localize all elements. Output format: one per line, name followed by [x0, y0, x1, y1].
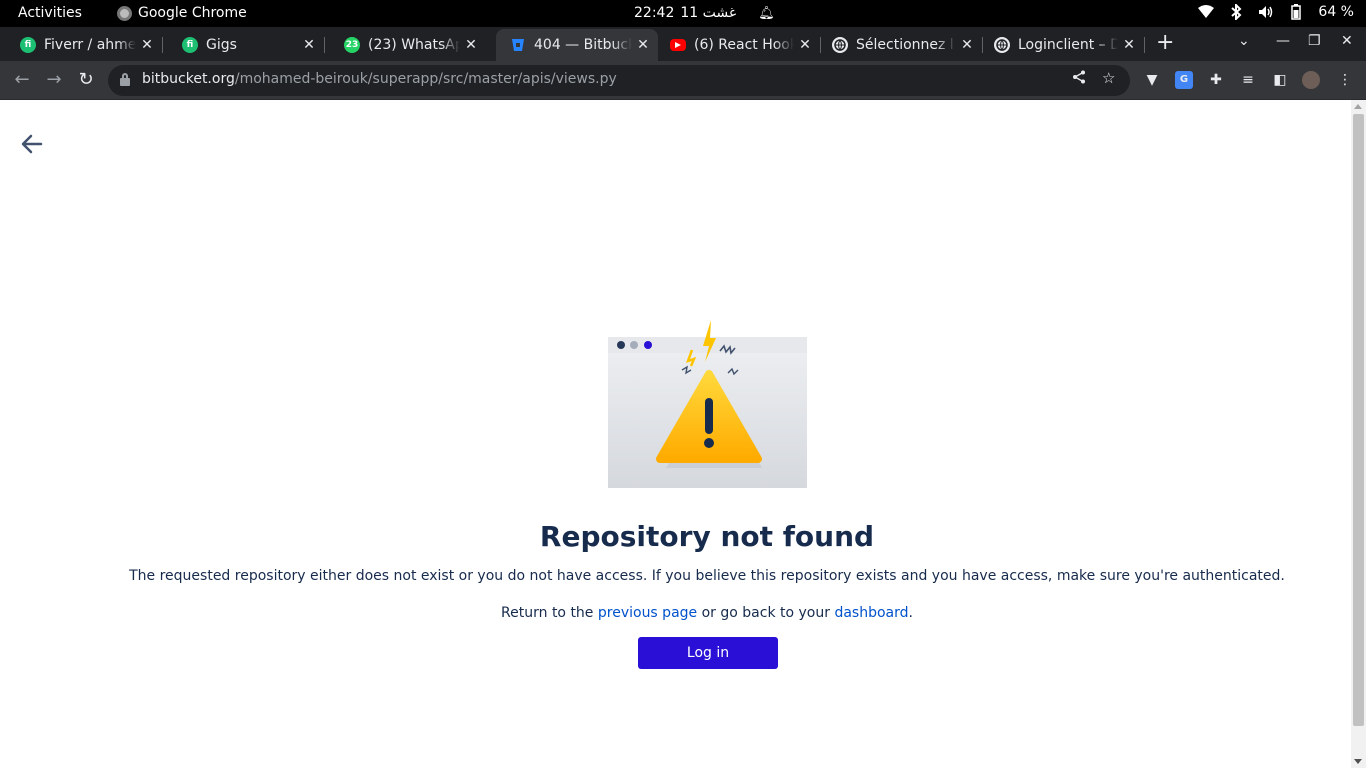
- tab-title: Fiverr / ahmed: [44, 37, 136, 53]
- whatsapp-icon: 23: [344, 37, 360, 53]
- fiverr-icon: fi: [182, 37, 198, 53]
- app-menu[interactable]: Google Chrome: [117, 5, 247, 21]
- bluetooth-icon: [1228, 4, 1244, 20]
- tab-title: (6) React Hooks: [694, 37, 794, 53]
- close-icon[interactable]: ✕: [460, 37, 482, 53]
- page-title: Repository not found: [539, 520, 875, 553]
- close-icon[interactable]: ✕: [956, 37, 978, 53]
- volume-icon: [1258, 4, 1274, 20]
- tab-title: Gigs: [206, 37, 237, 53]
- tab-title: (23) WhatsApp: [368, 37, 460, 53]
- return-prefix: Return to the: [501, 605, 598, 621]
- forward-icon[interactable]: →: [43, 70, 65, 92]
- wifi-icon: [1198, 4, 1215, 20]
- vpn-extension-icon[interactable]: ▼: [1143, 71, 1161, 89]
- tab-loginclient[interactable]: Loginclient – D ✕: [982, 29, 1145, 61]
- bell-icon: 🔔︎: [758, 5, 775, 21]
- reading-list-icon[interactable]: ≡: [1239, 71, 1257, 89]
- tab-fiverr[interactable]: fi Fiverr / ahmed ✕: [0, 29, 163, 61]
- scroll-up-icon[interactable]: [1354, 104, 1362, 109]
- close-icon[interactable]: ✕: [632, 37, 654, 53]
- close-icon[interactable]: ✕: [1118, 37, 1140, 53]
- warning-illustration: [608, 318, 807, 488]
- translate-extension-icon[interactable]: G: [1175, 71, 1193, 89]
- minimize-icon[interactable]: —: [1276, 33, 1290, 49]
- page-scrollbar[interactable]: [1351, 100, 1366, 768]
- battery-icon: [1288, 4, 1304, 20]
- dashboard-link[interactable]: dashboard: [834, 605, 908, 621]
- tab-search-icon[interactable]: ⌄: [1238, 33, 1250, 49]
- tab-bitbucket[interactable]: 404 — Bitbucket ✕: [496, 29, 658, 61]
- tab-selectionnez[interactable]: Sélectionnez l ✕: [820, 29, 983, 61]
- lock-icon[interactable]: [120, 73, 130, 86]
- return-middle: or go back to your: [697, 605, 835, 621]
- extensions-puzzle-icon[interactable]: ✚: [1207, 71, 1225, 89]
- close-icon[interactable]: ✕: [794, 37, 816, 53]
- reload-icon[interactable]: ↻: [75, 70, 97, 92]
- tab-strip: fi Fiverr / ahmed ✕ fi Gigs ✕ 23 (23) Wh…: [0, 27, 1366, 61]
- system-top-bar: Activities Google Chrome 22:42 11 غشت 🔔︎…: [0, 0, 1366, 27]
- window-close-icon[interactable]: ✕: [1341, 33, 1353, 49]
- close-icon[interactable]: ✕: [136, 37, 158, 53]
- error-description: The requested repository either does not…: [129, 568, 1285, 584]
- back-icon[interactable]: ←: [11, 70, 33, 92]
- close-icon[interactable]: ✕: [298, 37, 320, 53]
- side-panel-icon[interactable]: ◧: [1271, 71, 1289, 89]
- globe-icon: [994, 37, 1010, 53]
- share-icon[interactable]: [1072, 70, 1086, 88]
- new-tab-button[interactable]: +: [1156, 32, 1174, 54]
- tab-whatsapp[interactable]: 23 (23) WhatsApp ✕: [324, 29, 486, 61]
- tab-separator: [1144, 37, 1145, 53]
- activities-button[interactable]: Activities: [18, 5, 82, 21]
- tab-title: Loginclient – D: [1018, 37, 1118, 53]
- url-text[interactable]: bitbucket.org/mohamed-beirouk/superapp/s…: [142, 71, 617, 87]
- system-tray[interactable]: 64 %: [1198, 4, 1354, 20]
- menu-kebab-icon[interactable]: ⋮: [1336, 71, 1354, 89]
- battery-percent: 64 %: [1318, 4, 1354, 20]
- bitbucket-icon: [510, 37, 526, 53]
- previous-page-link[interactable]: previous page: [598, 605, 697, 621]
- clock-date: 11 غشت: [680, 5, 737, 21]
- scroll-down-icon[interactable]: [1354, 759, 1362, 764]
- url-host: bitbucket.org: [142, 71, 235, 87]
- address-bar[interactable]: bitbucket.org/mohamed-beirouk/superapp/s…: [108, 65, 1130, 96]
- tab-title: 404 — Bitbucket: [534, 37, 632, 53]
- maximize-icon[interactable]: ❐: [1308, 33, 1321, 49]
- profile-avatar[interactable]: [1302, 71, 1320, 89]
- tab-title: Sélectionnez l: [856, 37, 954, 53]
- youtube-icon: [670, 39, 686, 51]
- return-text: Return to the previous page or go back t…: [0, 605, 1366, 621]
- back-arrow-icon[interactable]: [20, 132, 44, 156]
- return-suffix: .: [908, 605, 913, 621]
- url-path: /mohamed-beirouk/superapp/src/master/api…: [234, 71, 617, 87]
- chrome-icon: [117, 5, 132, 21]
- scrollbar-thumb[interactable]: [1353, 114, 1364, 726]
- clock-time: 22:42: [634, 5, 675, 21]
- bookmark-star-icon[interactable]: ☆: [1102, 69, 1115, 87]
- app-name: Google Chrome: [138, 5, 247, 21]
- browser-toolbar: ← → ↻ bitbucket.org/mohamed-beirouk/supe…: [0, 61, 1366, 100]
- tab-gigs[interactable]: fi Gigs ✕: [162, 29, 325, 61]
- page-content: Repository not found The requested repos…: [0, 100, 1351, 768]
- fiverr-icon: fi: [20, 37, 36, 53]
- login-button[interactable]: Log in: [638, 637, 778, 669]
- globe-icon: [832, 37, 848, 53]
- tab-youtube[interactable]: (6) React Hooks ✕: [658, 29, 821, 61]
- clock[interactable]: 22:42 11 غشت 🔔︎: [634, 5, 775, 21]
